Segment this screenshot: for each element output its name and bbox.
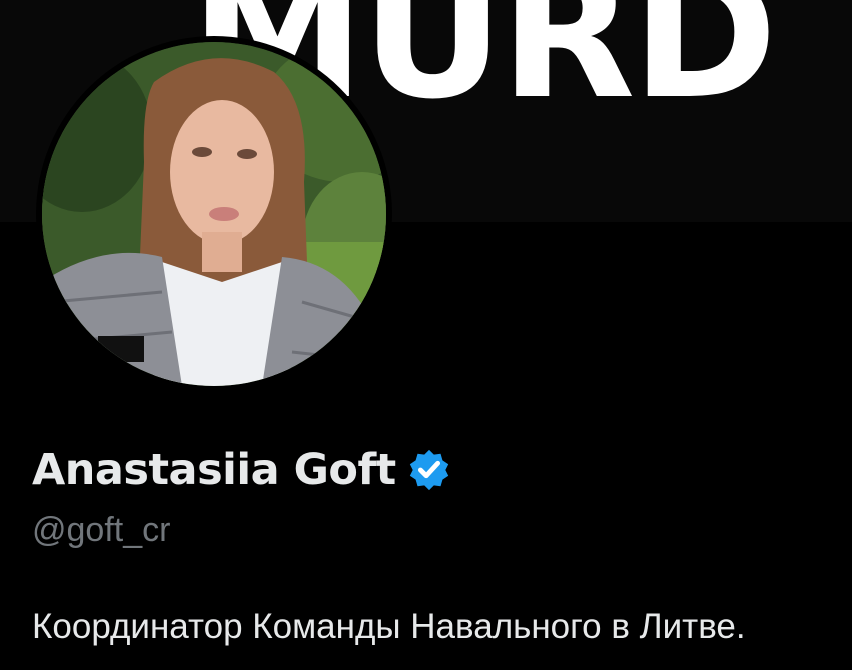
- profile-avatar[interactable]: [36, 36, 392, 392]
- profile-handle: @goft_cr: [32, 511, 171, 549]
- profile-bio: Координатор Команды Навального в Литве.: [32, 607, 746, 646]
- display-name: Anastasiia Goft: [32, 445, 396, 495]
- avatar-photo: [42, 42, 386, 386]
- name-row: Anastasiia Goft: [32, 445, 452, 495]
- verified-badge-icon[interactable]: [406, 447, 452, 493]
